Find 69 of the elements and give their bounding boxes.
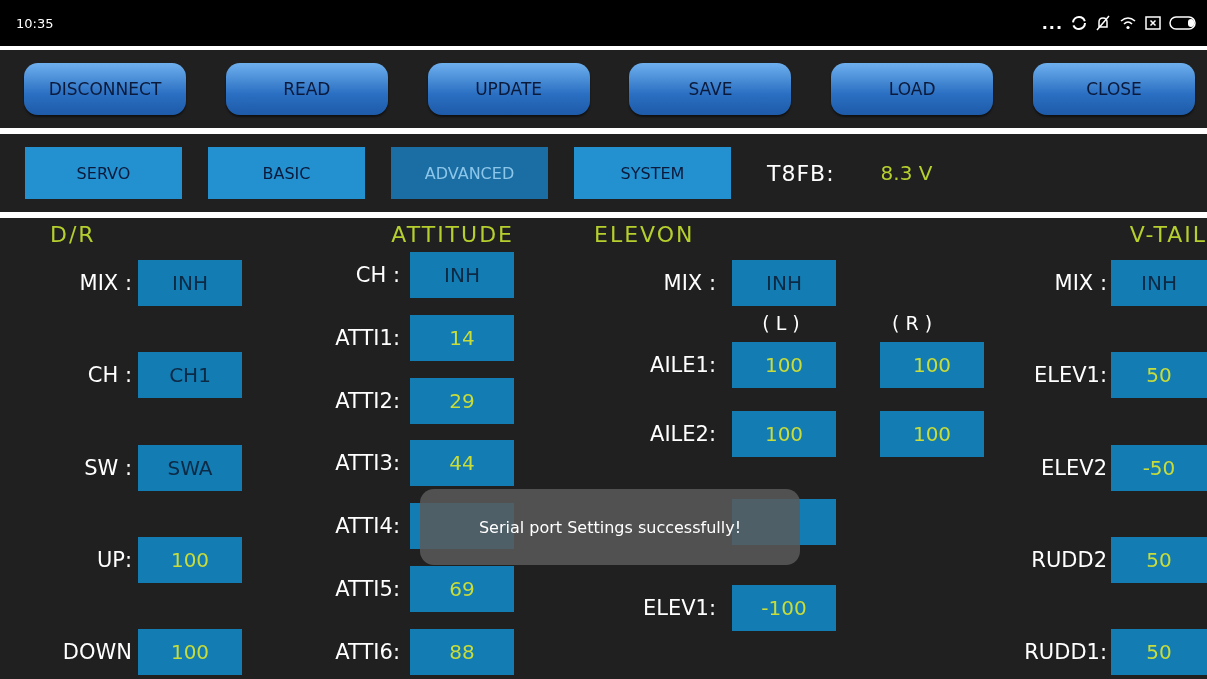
tab[interactable]: ADVANCED [391,147,548,199]
value-field[interactable]: INH [138,260,242,306]
column-header: ( R ) [891,312,933,334]
field-label: ELEV2 [1041,455,1107,480]
section-title: V-TAIL [1129,221,1207,249]
field-label: ATTI1: [335,325,400,350]
section-title: D/R [50,221,96,249]
toolbar-button[interactable]: DISCONNECT [24,63,186,115]
field-label: MIX : [79,271,132,295]
field-label: RUDD1: [1024,640,1107,664]
value-field[interactable]: 100 [880,342,984,388]
voltage-reading: 8.3 V [880,161,933,185]
field-label: DOWN [62,640,132,664]
field-label: ATTI4: [335,514,400,539]
field-label: ELEV1: [642,596,716,620]
field-label: UP: [96,547,132,572]
value-field[interactable]: 29 [410,377,514,424]
tab[interactable]: BASIC [208,147,365,199]
value-field[interactable]: 50 [1111,536,1207,583]
receiver-label: T8FB: [767,160,835,186]
value-field[interactable]: 50 [1111,629,1207,675]
toolbar-button[interactable]: SAVE [629,63,792,115]
toolbar-button[interactable]: LOAD [831,63,994,115]
value-field[interactable]: 100 [138,629,242,675]
battery-icon [1169,15,1197,31]
field-label: ATTI2: [335,388,400,413]
field-label: MIX : [1054,271,1107,295]
field-label: CH : [87,363,132,388]
value-field[interactable]: SWA [138,444,242,491]
value-field[interactable]: INH [410,252,514,298]
field-label: SW : [84,455,132,480]
field-label: CH : [355,263,400,287]
field-label: ELEV1: [1033,363,1107,388]
value-field[interactable]: 100 [880,411,984,457]
value-field[interactable]: INH [1111,260,1207,306]
value-field[interactable]: CH1 [138,352,242,399]
bell-off-icon [1095,15,1111,31]
field-label: MIX : [663,271,716,295]
value-field[interactable]: INH [732,260,836,306]
sync-icon [1071,15,1087,31]
toolbar-button[interactable]: UPDATE [427,63,590,115]
value-field[interactable]: 14 [410,314,514,361]
more-indicator: ... [1041,13,1063,33]
field-label: ATTI3: [335,451,400,476]
field-label: AILE1: [650,353,716,377]
value-field[interactable]: -100 [732,585,836,631]
clock-time: 10:35 [16,15,54,31]
field-label: ATTI5: [335,577,400,602]
toolbar-button[interactable]: CLOSE [1033,63,1195,115]
tab[interactable]: SERVO [25,147,182,199]
section-title: ELEVON [594,221,695,249]
wifi-icon [1119,15,1137,31]
field-label: RUDD2 [1031,547,1107,572]
value-field[interactable]: 100 [732,411,836,457]
value-field[interactable]: 44 [410,440,514,487]
column-header: ( L ) [762,312,800,334]
status-toast: Serial port Settings successfully! [420,489,800,565]
value-field[interactable]: 88 [410,628,514,675]
close-box-icon [1145,15,1161,31]
value-field[interactable]: -50 [1111,444,1207,491]
section-title: ATTITUDE [391,221,514,249]
field-label: AILE2: [650,422,716,446]
tab[interactable]: SYSTEM [574,147,731,199]
value-field[interactable]: 50 [1111,352,1207,399]
value-field[interactable]: 69 [410,566,514,613]
value-field[interactable]: 100 [732,342,836,388]
field-label: ATTI6: [335,639,400,664]
toolbar-button[interactable]: READ [225,63,388,115]
value-field[interactable]: 100 [138,536,242,583]
